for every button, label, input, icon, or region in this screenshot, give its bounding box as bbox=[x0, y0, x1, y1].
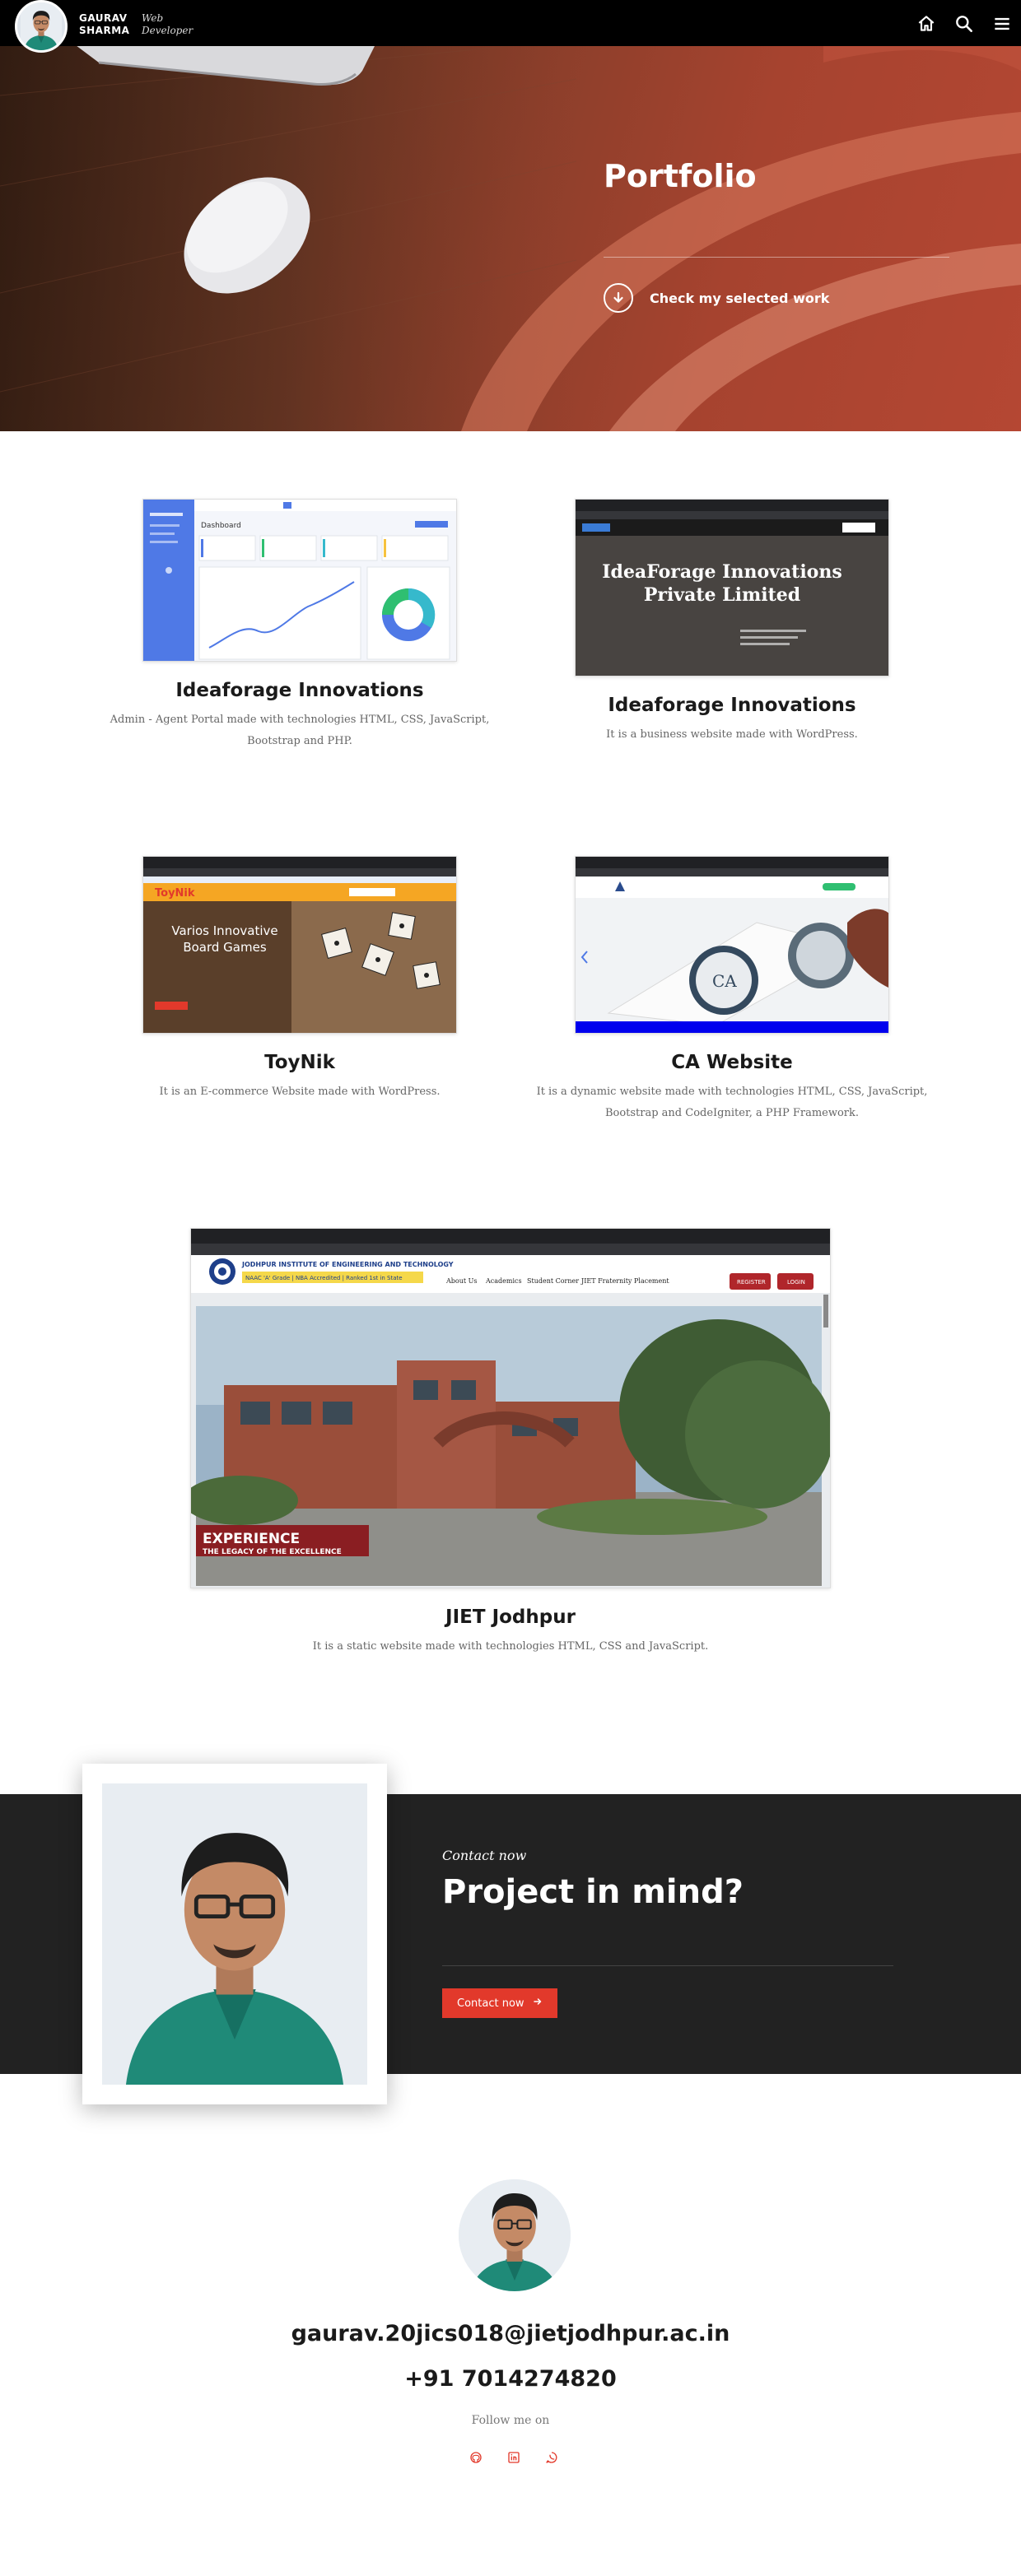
project-thumbnail[interactable]: Dashboard bbox=[142, 499, 457, 662]
project-card: JODHPUR INSTITUTE OF ENGINEERING AND TEC… bbox=[148, 1228, 873, 1658]
github-icon[interactable] bbox=[469, 2451, 483, 2464]
jiet-nav-fraternity: JIET Fraternity bbox=[580, 1277, 632, 1285]
project-card: ToyNik Varios Innovative Board Games Toy… bbox=[89, 856, 510, 1103]
menu-icon[interactable] bbox=[991, 13, 1013, 35]
contact-now-label: Contact now bbox=[457, 1997, 524, 2010]
jiet-accreditation-text: NAAC 'A' Grade | NBA Accredited | Ranked… bbox=[245, 1275, 403, 1281]
top-navbar: GAURAV SHARMA Web Developer bbox=[0, 0, 1021, 53]
brand-name-line1: GAURAV bbox=[79, 12, 128, 24]
ideaforage-hero-text: IdeaForage Innovations Private Limited bbox=[602, 561, 842, 606]
toynik-logo-text: ToyNik bbox=[155, 887, 195, 900]
project-title: ToyNik bbox=[264, 1052, 335, 1073]
follow-label: Follow me on bbox=[471, 2414, 550, 2427]
contact-kicker: Contact now bbox=[442, 1848, 527, 1863]
project-title: Ideaforage Innovations bbox=[608, 695, 856, 716]
contact-title: Project in mind? bbox=[442, 1873, 744, 1911]
ca-seal-text: CA bbox=[712, 971, 737, 991]
hero-divider bbox=[604, 257, 949, 258]
jiet-register-text: REGISTER bbox=[737, 1279, 766, 1286]
check-work-link[interactable]: Check my selected work bbox=[604, 283, 829, 313]
arrow-right-icon bbox=[533, 1997, 543, 2010]
project-title: CA Website bbox=[671, 1052, 793, 1073]
toynik-hero-text: Varios Innovative Board Games bbox=[171, 923, 278, 955]
profile-photo-card bbox=[82, 1764, 387, 2104]
hero-desk-image bbox=[0, 46, 1021, 431]
jiet-nav-placement: Placement bbox=[634, 1277, 669, 1285]
footer-email[interactable]: gaurav.20jics018@jietjodhpur.ac.in bbox=[0, 2321, 1021, 2346]
hero-title: Portfolio bbox=[604, 158, 757, 194]
brand-name-line2: SHARMA bbox=[79, 25, 130, 36]
whatsapp-icon[interactable] bbox=[545, 2451, 558, 2464]
jiet-experience-text: EXPERIENCE bbox=[203, 1531, 300, 1547]
check-work-label: Check my selected work bbox=[650, 290, 830, 306]
jiet-nav-about: About Us bbox=[445, 1277, 477, 1285]
project-description: It is an E-commerce Website made with Wo… bbox=[159, 1086, 441, 1098]
project-description: It is a static website made with technol… bbox=[312, 1640, 709, 1653]
social-links bbox=[469, 2451, 558, 2464]
project-title: Ideaforage Innovations bbox=[175, 680, 424, 701]
project-thumbnail[interactable]: IdeaForage Innovations Private Limited bbox=[575, 499, 889, 677]
project-description: Admin - Agent Portal made with technolog… bbox=[110, 714, 490, 747]
project-description: It is a business website made with WordP… bbox=[606, 728, 858, 741]
linkedin-icon[interactable] bbox=[507, 2451, 520, 2464]
arrow-down-circle-icon bbox=[604, 283, 633, 313]
hero-banner: Portfolio Check my selected work bbox=[0, 46, 1021, 431]
brand-role-line2: Developer bbox=[142, 25, 193, 36]
project-description: It is a dynamic website made with techno… bbox=[536, 1086, 928, 1119]
footer-phone[interactable]: +91 7014274820 bbox=[0, 2366, 1021, 2392]
project-thumbnail[interactable]: ToyNik Varios Innovative Board Games bbox=[142, 856, 457, 1034]
profile-photo bbox=[102, 1783, 367, 2085]
search-icon[interactable] bbox=[953, 13, 975, 35]
contact-divider bbox=[442, 1965, 893, 1966]
project-card: IdeaForage Innovations Private Limited I… bbox=[524, 499, 940, 746]
project-card: CA CA Website It is a dynamic website ma… bbox=[524, 856, 940, 1124]
project-card: Dashboard Ideaforage Innovations Admin -… bbox=[89, 499, 510, 752]
dashboard-heading: Dashboard bbox=[201, 522, 241, 530]
project-thumbnail[interactable]: JODHPUR INSTITUTE OF ENGINEERING AND TEC… bbox=[190, 1228, 831, 1588]
jiet-login-text: LOGIN bbox=[787, 1279, 805, 1286]
project-thumbnail[interactable]: CA bbox=[575, 856, 889, 1034]
jiet-name-text: JODHPUR INSTITUTE OF ENGINEERING AND TEC… bbox=[241, 1261, 454, 1268]
brand-role-line1: Web bbox=[142, 12, 164, 24]
footer-avatar bbox=[459, 2179, 571, 2291]
home-icon[interactable] bbox=[916, 13, 937, 35]
nav-icons bbox=[916, 13, 1013, 35]
brand-role: Web Developer bbox=[142, 12, 193, 37]
project-title: JIET Jodhpur bbox=[445, 1607, 576, 1628]
jiet-nav-academics: Academics bbox=[485, 1277, 522, 1285]
contact-now-button[interactable]: Contact now bbox=[442, 1988, 557, 2018]
jiet-nav-student: Student Corner bbox=[527, 1277, 579, 1285]
jiet-legacy-text: THE LEGACY OF THE EXCELLENCE bbox=[203, 1548, 342, 1556]
brand-name[interactable]: GAURAV SHARMA bbox=[79, 12, 129, 37]
avatar[interactable] bbox=[15, 0, 68, 53]
